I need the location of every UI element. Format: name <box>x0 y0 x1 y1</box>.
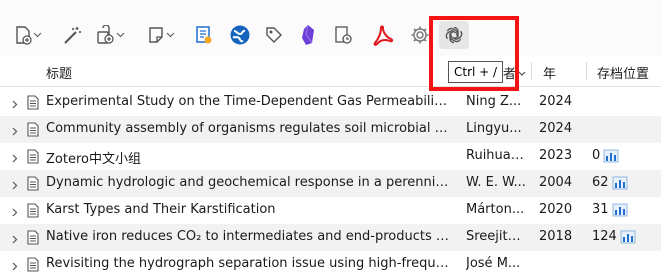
column-divider[interactable] <box>586 62 587 80</box>
sync-notes-button[interactable] <box>194 21 214 49</box>
chevron-right-icon[interactable] <box>12 125 18 140</box>
attachment-count-value: 31 <box>592 202 609 217</box>
settings-button[interactable] <box>410 21 430 49</box>
magic-wand-button[interactable] <box>62 21 82 49</box>
sync-notes-icon <box>196 26 212 44</box>
item-year: 2020 <box>539 202 573 217</box>
pdf-icon <box>373 25 394 46</box>
history-button[interactable] <box>333 21 353 49</box>
item-creator: Ruihua ... <box>466 148 526 163</box>
column-attachments[interactable]: 存档位置 <box>597 63 649 82</box>
column-divider[interactable] <box>531 62 532 80</box>
table-row[interactable]: Community assembly of organisms regulate… <box>0 116 661 143</box>
pdf-button[interactable] <box>372 21 394 49</box>
item-creator: Márton... <box>466 202 525 217</box>
item-title: Experimental Study on the Time-Dependent… <box>46 94 450 109</box>
item-title: Zotero中文小组 <box>46 152 141 167</box>
item-title: Native iron reduces CO₂ to intermediates… <box>46 229 450 244</box>
add-attachment-button[interactable] <box>95 21 125 49</box>
gear-icon <box>411 26 429 44</box>
tag-icon <box>266 27 282 43</box>
new-note-button[interactable] <box>147 21 175 49</box>
item-year: 2024 <box>539 121 573 136</box>
chevron-down-icon <box>116 32 125 38</box>
item-creator: José M... <box>466 256 521 271</box>
attachment-count: 31 <box>592 202 628 217</box>
item-year: 2024 <box>539 94 573 109</box>
item-year: 2018 <box>539 229 573 244</box>
chevron-down-icon <box>33 32 42 38</box>
attachment-count: 0 <box>592 148 619 163</box>
item-creator: W. E. W... <box>466 175 526 190</box>
document-icon <box>27 95 39 114</box>
new-item-icon <box>16 26 32 45</box>
history-icon <box>335 26 352 44</box>
attachment-count-value: 62 <box>592 175 609 190</box>
tag-button[interactable] <box>264 21 284 49</box>
chevron-right-icon[interactable] <box>12 152 18 167</box>
item-title: Dynamic hydrologic and geochemical respo… <box>46 175 450 190</box>
column-title[interactable]: 标题 <box>46 63 72 82</box>
item-creator: Ning Z... <box>466 94 522 109</box>
attachment-count: 62 <box>592 175 628 190</box>
new-note-icon <box>149 27 163 43</box>
chevron-right-icon[interactable] <box>12 260 18 275</box>
document-icon <box>27 203 39 222</box>
chevron-down-icon <box>166 32 175 38</box>
item-title: Revisiting the hydrograph separation iss… <box>46 256 450 271</box>
bar-chart-icon <box>612 176 627 189</box>
table-row[interactable]: Zotero中文小组 Ruihua ... 2023 0 <box>0 143 661 170</box>
attachment-count-value: 124 <box>592 229 617 244</box>
item-year: 2023 <box>539 148 573 163</box>
table-row[interactable]: Karst Types and Their Karstification Már… <box>0 197 661 224</box>
obsidian-icon <box>302 24 314 45</box>
world-globe-icon <box>230 25 250 45</box>
highlight-box <box>429 16 519 91</box>
document-icon <box>27 149 39 168</box>
column-header: 标题 作者 年 存档位置 <box>0 56 661 87</box>
attachment-count: 124 <box>592 229 636 244</box>
item-creator: Sreejith... <box>466 229 526 244</box>
table-row[interactable]: Revisiting the hydrograph separation iss… <box>0 251 661 278</box>
obsidian-button[interactable] <box>300 21 316 49</box>
item-title: Community assembly of organisms regulate… <box>46 121 450 136</box>
bar-chart-icon <box>612 203 627 216</box>
bar-chart-icon <box>620 230 636 243</box>
column-year[interactable]: 年 <box>543 63 556 82</box>
chevron-right-icon[interactable] <box>12 179 18 194</box>
item-year: 2004 <box>539 175 573 190</box>
add-attachment-icon <box>97 25 114 44</box>
document-icon <box>27 176 39 195</box>
new-item-button[interactable] <box>14 21 42 49</box>
chevron-right-icon[interactable] <box>12 233 18 248</box>
item-title: Karst Types and Their Karstification <box>46 202 276 217</box>
item-creator: Lingyu... <box>466 121 522 136</box>
toolbar <box>0 0 661 56</box>
world-globe-button[interactable] <box>229 21 251 49</box>
sort-chevron-icon <box>518 66 526 81</box>
table-row[interactable]: Dynamic hydrologic and geochemical respo… <box>0 170 661 197</box>
document-icon <box>27 122 39 141</box>
attachment-count-value: 0 <box>592 148 601 163</box>
magic-wand-icon <box>64 27 81 44</box>
chevron-right-icon[interactable] <box>12 98 18 113</box>
bar-chart-icon <box>603 149 619 162</box>
document-icon <box>27 230 39 249</box>
chevron-right-icon[interactable] <box>12 206 18 221</box>
table-row[interactable]: Experimental Study on the Time-Dependent… <box>0 89 661 116</box>
table-row[interactable]: Native iron reduces CO₂ to intermediates… <box>0 224 661 251</box>
